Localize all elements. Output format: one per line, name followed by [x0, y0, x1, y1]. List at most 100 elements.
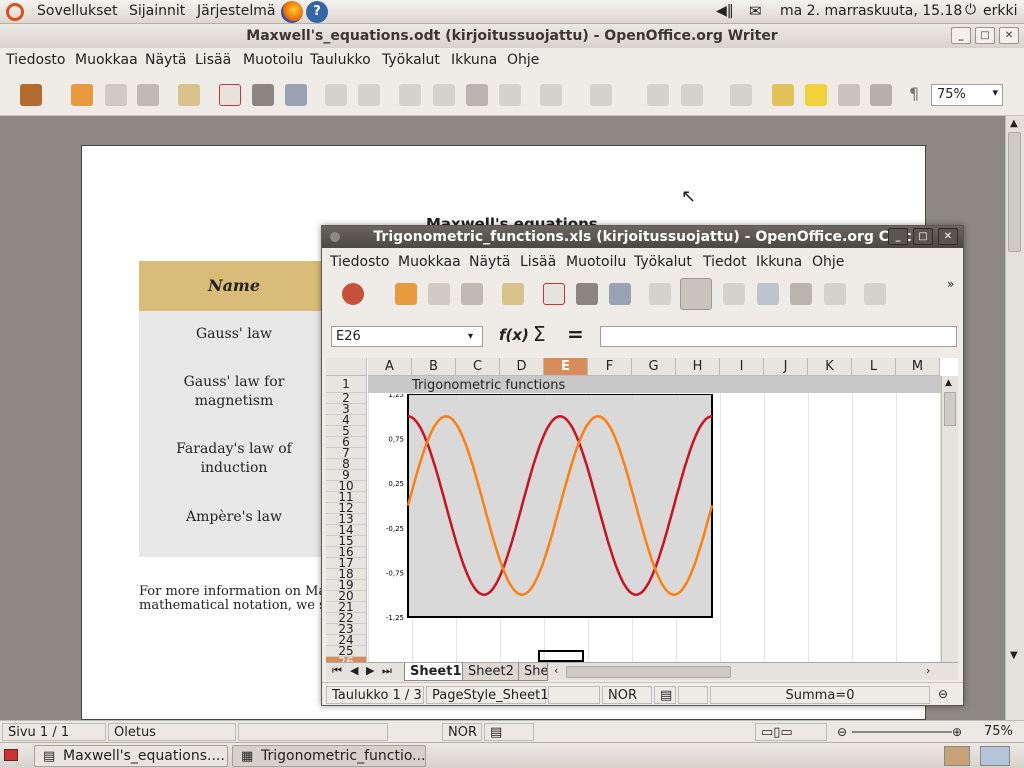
column-header-l[interactable]: L	[852, 358, 896, 376]
calc-minimize-button[interactable]: _	[888, 228, 908, 245]
page-style[interactable]: Oletus	[108, 723, 236, 741]
zoom-out-icon[interactable]: ⊖	[837, 725, 847, 739]
menu-lisaa[interactable]: Lisää	[195, 52, 231, 68]
calc-vertical-scrollbar[interactable]: ▲	[941, 376, 958, 664]
save-icon[interactable]	[105, 84, 127, 106]
zoom-in-icon[interactable]: ⊕	[952, 725, 962, 739]
workspace-switcher[interactable]	[980, 746, 1010, 766]
column-header-g[interactable]: G	[632, 358, 676, 376]
menu-lisaa[interactable]: Lisää	[520, 254, 556, 270]
autospell-icon[interactable]	[680, 278, 712, 310]
copy-icon[interactable]	[433, 84, 455, 106]
menu-muokkaa[interactable]: Muokkaa	[75, 52, 138, 68]
last-sheet-icon[interactable]: ⏭	[382, 664, 392, 678]
zoom-out-icon[interactable]: ⊖	[938, 687, 948, 701]
minimize-button[interactable]: _	[951, 27, 971, 44]
menu-tyokalut[interactable]: Työkalut	[634, 254, 692, 270]
column-header-b[interactable]: B	[412, 358, 456, 376]
pdf-icon[interactable]	[219, 84, 241, 106]
insert-mode[interactable]: NOR	[442, 723, 482, 741]
print-preview-icon[interactable]	[285, 84, 307, 106]
menu-places[interactable]: Sijainnit	[129, 3, 185, 19]
email-icon[interactable]	[137, 84, 159, 106]
navigator-icon[interactable]	[805, 84, 827, 106]
volume-icon[interactable]: ◀‖	[716, 3, 734, 19]
menu-ikkuna[interactable]: Ikkuna	[756, 254, 802, 270]
scroll-thumb[interactable]	[944, 392, 956, 426]
sheet-tab-3[interactable]: She	[518, 663, 548, 681]
sheet-indicator[interactable]: Taulukko 1 / 3	[326, 686, 424, 704]
edit-file-icon[interactable]	[178, 84, 200, 106]
sum-icon[interactable]: Σ	[533, 322, 546, 346]
copy-icon[interactable]	[757, 283, 779, 305]
selection-mode-icon[interactable]: ▤	[654, 686, 676, 704]
writer-vertical-scrollbar[interactable]: ▲ ▼	[1005, 116, 1024, 720]
save-icon[interactable]	[428, 283, 450, 305]
print-preview-icon[interactable]	[609, 283, 631, 305]
menu-applications[interactable]: Sovellukset	[37, 3, 118, 19]
undo-icon[interactable]	[864, 283, 886, 305]
formula-input[interactable]	[600, 326, 957, 347]
scroll-up-icon[interactable]: ▲	[1010, 118, 1018, 129]
undo-icon[interactable]	[540, 84, 562, 106]
edit-file-icon[interactable]	[502, 283, 524, 305]
task-writer[interactable]: ▤ Maxwell's_equations....	[34, 745, 228, 767]
trash-icon[interactable]	[944, 746, 970, 766]
print-icon[interactable]	[252, 84, 274, 106]
menu-muokkaa[interactable]: Muokkaa	[398, 254, 461, 270]
email-icon[interactable]	[461, 283, 483, 305]
ubuntu-logo-icon[interactable]	[6, 3, 24, 21]
menu-tiedot[interactable]: Tiedot	[703, 254, 747, 270]
task-calc[interactable]: ▦ Trigonometric_functio...	[232, 745, 426, 767]
menu-tyokalut[interactable]: Työkalut	[382, 52, 440, 68]
print-icon[interactable]	[576, 283, 598, 305]
cut-icon[interactable]	[399, 84, 421, 106]
calc-close-button[interactable]: ✕	[938, 228, 958, 245]
language-box[interactable]	[548, 686, 600, 704]
scroll-left-icon[interactable]: ‹	[554, 664, 558, 677]
horizontal-scroll-thumb[interactable]	[566, 666, 731, 678]
zoom-slider[interactable]	[852, 731, 952, 733]
menu-ohje[interactable]: Ohje	[812, 254, 844, 270]
show-desktop-icon[interactable]	[4, 749, 18, 761]
scroll-up-icon[interactable]: ▲	[945, 378, 952, 388]
show-draw-icon[interactable]	[730, 84, 752, 106]
new-spreadsheet-icon[interactable]	[342, 283, 364, 305]
page-indicator[interactable]: Sivu 1 / 1	[2, 723, 106, 741]
menu-nayta[interactable]: Näytä	[469, 254, 510, 270]
function-equals-icon[interactable]: =	[567, 322, 584, 346]
menu-system[interactable]: Järjestelmä	[197, 3, 275, 19]
sum-display[interactable]: Summa=0	[710, 686, 930, 704]
table-icon[interactable]	[681, 84, 703, 106]
autospell-icon[interactable]	[358, 84, 380, 106]
sheet-tab-1[interactable]: Sheet1	[404, 663, 468, 681]
zoom-select[interactable]: 75% ▾	[931, 84, 1003, 106]
menu-muotoilu[interactable]: Muotoilu	[566, 254, 626, 270]
next-sheet-icon[interactable]: ▶	[366, 664, 374, 677]
clock[interactable]: ma 2. marraskuuta, 15.18	[780, 3, 962, 19]
column-header-d[interactable]: D	[500, 358, 544, 376]
menu-tiedosto[interactable]: Tiedosto	[330, 254, 389, 270]
chevron-down-icon[interactable]: ▾	[468, 331, 473, 342]
user-name[interactable]: erkki	[983, 3, 1017, 19]
page-style[interactable]: PageStyle_Sheet1	[426, 686, 548, 704]
firefox-icon[interactable]	[281, 1, 303, 23]
new-document-icon[interactable]	[20, 84, 42, 106]
sheet-tab-2[interactable]: Sheet2	[462, 663, 520, 681]
insert-mode[interactable]: NOR	[602, 686, 652, 704]
first-sheet-icon[interactable]: ⏮	[332, 664, 342, 678]
hyperlink-icon[interactable]	[647, 84, 669, 106]
mail-icon[interactable]: ✉	[749, 2, 762, 20]
scroll-thumb[interactable]	[1008, 132, 1021, 252]
prev-sheet-icon[interactable]: ◀	[350, 664, 358, 677]
paste-icon[interactable]	[790, 283, 812, 305]
language-box[interactable]	[238, 723, 388, 741]
scroll-right-icon[interactable]: ›	[926, 664, 930, 677]
menu-tiedosto[interactable]: Tiedosto	[6, 52, 65, 68]
menu-ikkuna[interactable]: Ikkuna	[451, 52, 497, 68]
find-replace-icon[interactable]	[772, 84, 794, 106]
formatting-marks-icon[interactable]: ¶	[909, 84, 919, 103]
maximize-button[interactable]: □	[975, 27, 995, 44]
view-layout-icon[interactable]: ▭▯▭	[755, 723, 827, 741]
spellcheck-icon[interactable]	[649, 283, 671, 305]
